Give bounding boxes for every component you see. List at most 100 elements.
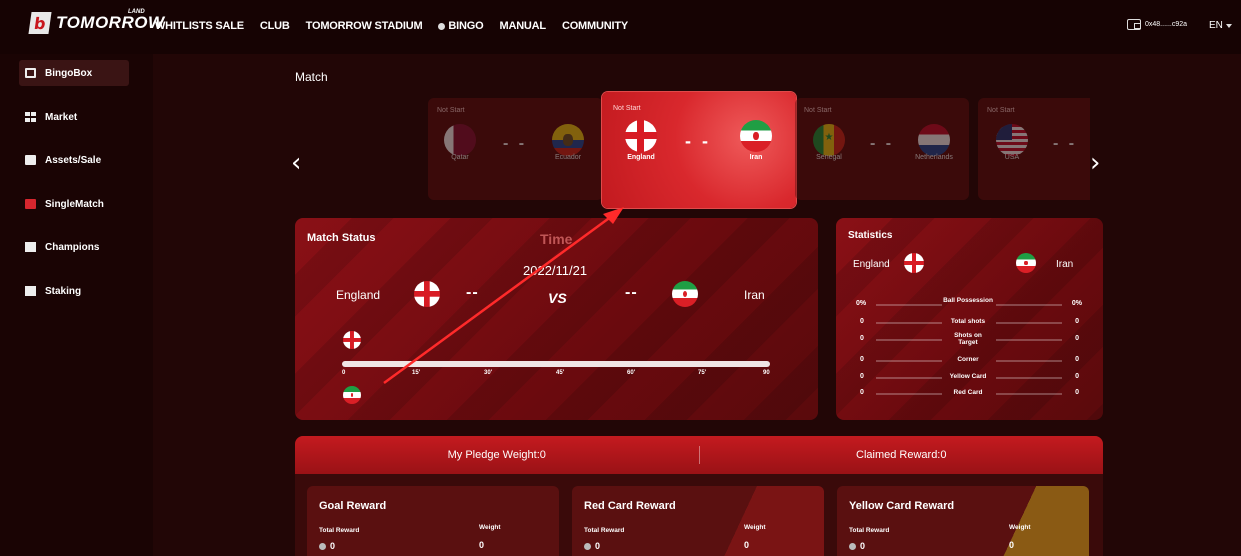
stat-away-value: 0 [1075,356,1079,363]
match-card[interactable]: Not Start Senegal - - Netherlands [795,98,969,200]
reward-title: Yellow Card Reward [849,500,955,512]
vs-label: VS [548,290,567,306]
timeline-tick: 75' [698,370,707,376]
total-reward-label: Total Reward [584,527,625,534]
sidebar-item-staking[interactable]: Staking [19,278,129,304]
sidebar-item-market[interactable]: Market [19,104,129,130]
nav-manual[interactable]: MANUAL [499,20,546,32]
timeline-tick: 15' [412,370,421,376]
match-card-away: Ecuador [554,154,582,161]
grid-icon [25,112,36,122]
ecuador-flag-icon [552,124,584,156]
chevron-down-icon [1225,23,1232,28]
stat-away-bar [996,322,1062,324]
away-score: -- [625,284,638,301]
yellow-card-reward-card[interactable]: Yellow Card Reward Total Reward Weight 0… [837,486,1089,556]
stat-home-bar [876,393,942,395]
iran-timeline-flag-icon [343,386,361,404]
weight-value: 0 [1009,540,1015,550]
stat-away-bar [996,339,1062,341]
total-reward-amount: 0 [595,541,601,551]
match-card-status: Not Start [987,107,1015,114]
coin-icon [849,542,856,550]
match-card-status: Not Start [437,107,465,114]
total-reward-label: Total Reward [319,527,360,534]
carousel-prev-button[interactable]: ‹ [291,148,301,178]
nav-whitelists-sale[interactable]: WHITLISTS SALE [155,20,244,32]
iran-flag-icon [672,281,698,307]
goal-reward-card[interactable]: Goal Reward Total Reward Weight 0 0 [307,486,559,556]
wallet-button[interactable]: 0x48......c92a [1127,19,1187,30]
nav-community[interactable]: COMMUNITY [562,20,628,32]
match-card-selected[interactable]: Not Start England - - Iran [602,92,796,208]
match-card-away: Iran [749,154,763,161]
sidebar-item-bingobox[interactable]: BingoBox [19,60,129,86]
stat-away-bar [996,377,1062,379]
pledge-header: My Pledge Weight:0 Claimed Reward:0 [295,436,1103,474]
sidebar-item-label: BingoBox [45,67,93,79]
stat-label: Total shots [950,318,986,325]
red-card-reward-card[interactable]: Red Card Reward Total Reward Weight 0 0 [572,486,824,556]
usa-flag-icon [996,124,1028,156]
iran-flag-icon [740,120,772,152]
nav-bingo[interactable]: BINGO [438,20,484,32]
carousel-next-button[interactable]: › [1090,148,1100,178]
stat-home-value: 0 [860,389,864,396]
match-card-status: Not Start [804,107,832,114]
timeline-tick: 90 [763,370,770,376]
brand-logo[interactable]: b TOMORROW LAND [28,9,165,34]
england-flag-icon [904,253,924,273]
nav-tomorrow-stadium[interactable]: TOMORROW STADIUM [306,20,423,32]
home-team-name: England [336,288,381,302]
total-reward-amount: 0 [330,541,336,551]
sidebar-item-label: Market [45,111,78,123]
weight-value: 0 [479,540,485,550]
sidebar-item-singlematch[interactable]: SingleMatch [19,191,129,217]
nav-bingo-label: BINGO [448,20,484,32]
match-card-home: England [627,154,655,161]
wallet-address: 0x48......c92a [1145,21,1188,28]
sidebar-item-label: Staking [45,285,82,297]
stat-row-total-shots: 0 Total shots 0 [836,315,1103,329]
qatar-flag-icon [444,124,476,156]
total-reward-value: 0 [584,541,600,551]
sidebar-item-assets-sale[interactable]: Assets/Sale [19,147,129,173]
weight-label: Weight [479,524,501,531]
statistics-panel: Statistics England Iran 0% Ball Possessi… [836,218,1103,420]
brand-sup: LAND [128,9,145,15]
total-reward-value: 0 [319,541,335,551]
stats-away-team: Iran [1056,259,1074,270]
match-timeline-bar [342,361,770,367]
match-card-score: - - [503,135,528,152]
nav-club[interactable]: CLUB [260,20,290,32]
match-card-away: Netherlands [915,154,953,161]
match-card[interactable]: Not Start USA - - [978,98,1090,200]
match-card[interactable]: Not Start Qatar - - Ecuador [428,98,603,200]
stat-home-value: 0 [860,335,864,342]
away-team-name: Iran [744,288,765,302]
stat-label: Yellow Card [949,373,987,380]
reward-title: Goal Reward [319,500,387,512]
language-select[interactable]: EN [1209,20,1232,31]
stat-away-bar [996,393,1062,395]
main-nav: WHITLISTS SALE CLUB TOMORROW STADIUM BIN… [155,20,628,32]
wallet-icon [1127,19,1141,30]
sidebar-item-champions[interactable]: Champions [19,234,129,260]
stat-home-bar [876,322,942,324]
stats-home-team: England [853,259,890,270]
match-card-home: USA [1004,154,1020,161]
stat-home-bar [876,377,942,379]
match-card-home: Qatar [451,154,469,161]
match-card-score: - - [1053,135,1078,152]
netherlands-flag-icon [918,124,950,156]
england-flag-icon [625,120,657,152]
statistics-title: Statistics [848,230,893,241]
england-timeline-flag-icon [343,331,361,349]
stat-label: Ball Possession [943,297,993,304]
match-date: 2022/11/21 [523,263,588,278]
logo-mark-icon: b [28,12,52,34]
box-icon [25,68,36,78]
weight-label: Weight [1009,524,1031,531]
stat-home-value: 0 [860,356,864,363]
stat-home-value: 0 [860,373,864,380]
